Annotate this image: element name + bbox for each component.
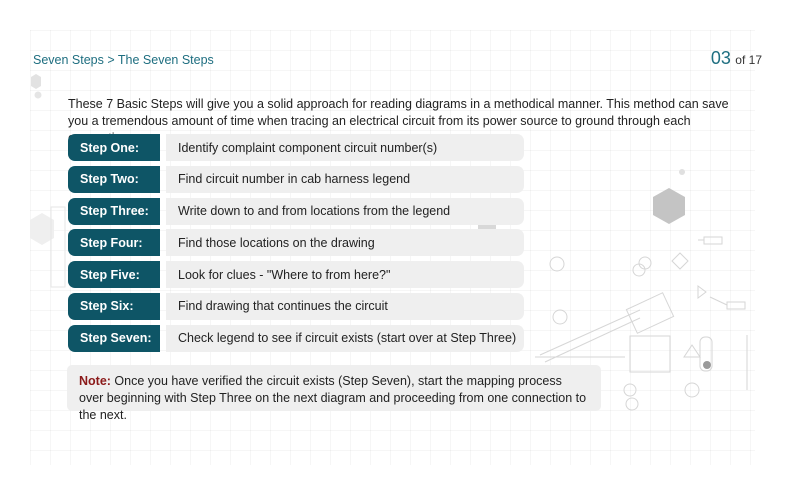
circle-decor-small [34,91,42,99]
step-text: Find drawing that continues the circuit [166,292,524,320]
step-row-three: Step Three: Write down to and from locat… [68,197,524,225]
step-text: Check legend to see if circuit exists (s… [166,324,524,352]
steps-list: Step One: Identify complaint component c… [68,134,524,357]
step-label: Step Seven: [68,324,160,352]
note-box: Note: Once you have verified the circuit… [67,365,601,422]
note-label: Note: [79,374,111,388]
step-row-two: Step Two: Find circuit number in cab har… [68,165,524,193]
step-label: Step Three: [68,197,160,225]
step-label: Step Four: [68,229,160,257]
schematic-bracket-left [50,206,66,288]
page-current: 03 [710,48,731,68]
step-text: Find circuit number in cab harness legen… [166,165,524,193]
breadcrumb[interactable]: Seven Steps > The Seven Steps [33,53,214,67]
step-text: Find those locations on the drawing [166,229,524,257]
step-label: Step Five: [68,261,160,289]
circle-decor-top [679,169,685,175]
step-row-one: Step One: Identify complaint component c… [68,134,524,161]
schematic-dot [703,361,711,369]
hexagon-decor-left [30,213,54,245]
step-text: Look for clues - "Where to from here?" [166,261,524,289]
page-counter: 03 of 17 [711,48,762,69]
page-total: of 17 [735,53,762,67]
hexagon-decor-small [31,74,41,89]
step-text: Write down to and from locations from th… [166,197,524,225]
step-label: Step Six: [68,292,160,320]
step-row-seven: Step Seven: Check legend to see if circu… [68,324,524,352]
step-row-six: Step Six: Find drawing that continues th… [68,292,524,320]
step-row-five: Step Five: Look for clues - "Where to fr… [68,261,524,289]
step-label: Step Two: [68,165,160,193]
step-text: Identify complaint component circuit num… [166,134,524,161]
step-label: Step One: [68,134,160,161]
hexagon-decor-large [653,188,685,224]
step-row-four: Step Four: Find those locations on the d… [68,229,524,257]
